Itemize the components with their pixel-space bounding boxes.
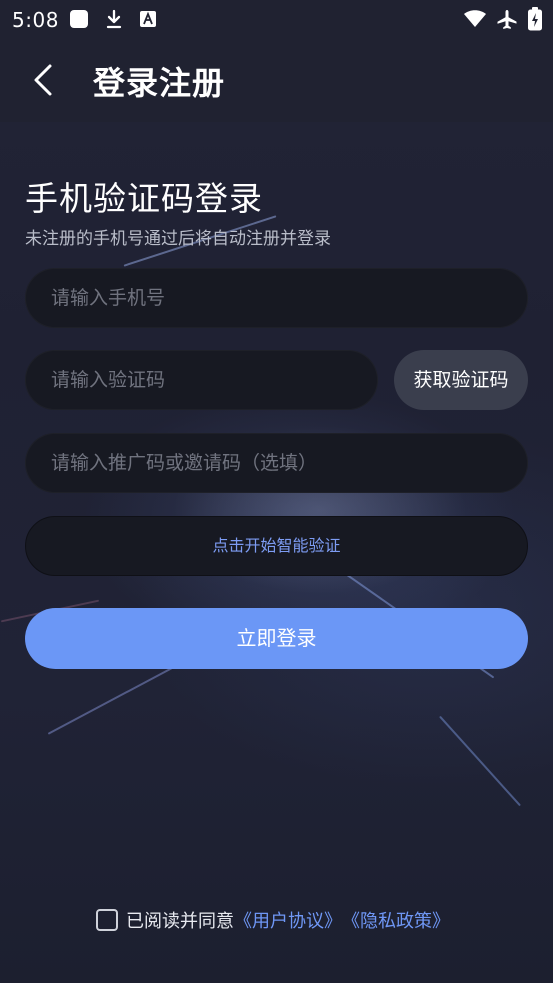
smart-verify-button[interactable]: 点击开始智能验证 — [25, 516, 528, 576]
app-bar: 登录注册 — [0, 40, 553, 122]
airplane-icon — [497, 10, 517, 29]
agreement-checkbox[interactable] — [96, 909, 118, 931]
status-bar: 5:08 — [0, 0, 553, 40]
agreement-row: 已阅读并同意 《用户协议》 《隐私政策》 — [96, 907, 450, 933]
login-subheading: 未注册的手机号通过后将自动注册并登录 — [25, 229, 331, 249]
status-time: 5:08 — [12, 8, 59, 32]
phone-field — [25, 268, 528, 328]
login-heading: 手机验证码登录 — [25, 179, 263, 218]
privacy-policy-link[interactable]: 《隐私政策》 — [342, 907, 450, 933]
agreement-prefix: 已阅读并同意 — [126, 911, 234, 932]
page-title: 登录注册 — [93, 64, 226, 102]
get-code-button[interactable]: 获取验证码 — [394, 350, 528, 410]
text-icon — [140, 11, 156, 27]
invite-field — [25, 433, 528, 493]
verification-code-input[interactable] — [25, 350, 378, 410]
code-field — [25, 350, 378, 410]
user-agreement-link[interactable]: 《用户协议》 — [234, 907, 342, 933]
login-button[interactable]: 立即登录 — [25, 608, 528, 669]
battery-icon — [528, 7, 542, 31]
phone-input[interactable] — [25, 268, 528, 328]
invite-code-input[interactable] — [25, 433, 528, 493]
login-form: 手机验证码登录 未注册的手机号通过后将自动注册并登录 获取验证码 点击开始智能验… — [0, 122, 553, 983]
wifi-icon — [464, 10, 486, 27]
app-icon — [70, 10, 88, 28]
back-button[interactable] — [28, 62, 58, 98]
download-icon — [106, 9, 122, 29]
